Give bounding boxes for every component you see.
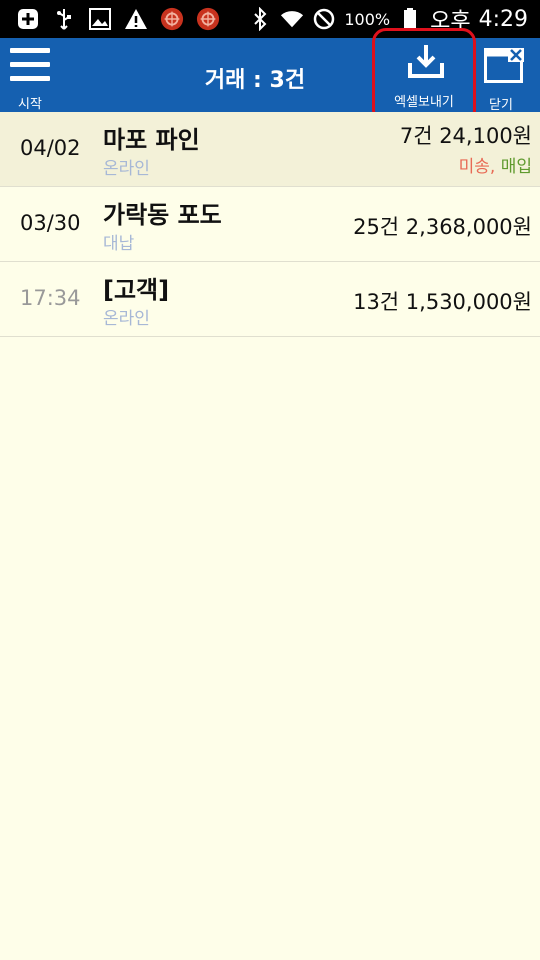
close-label: 닫기 xyxy=(489,98,513,113)
row-date: 04/02 xyxy=(20,136,81,160)
usb-icon xyxy=(52,7,76,31)
battery-percent: 100% xyxy=(344,9,391,29)
bluetooth-icon xyxy=(248,7,272,31)
app-badge-icon xyxy=(196,7,220,31)
transaction-row[interactable]: 04/02 마포 파인 온라인 7건 24,100원 미송, 매입 xyxy=(0,112,540,187)
close-window-icon xyxy=(484,48,524,88)
row-customer-name: 가락동 포도 xyxy=(103,201,222,229)
row-customer-name: [고객] xyxy=(103,276,170,304)
row-amount: 13건 1,530,000원 xyxy=(353,290,532,314)
notification-plus-icon xyxy=(16,7,40,31)
download-icon xyxy=(407,43,445,83)
status-time: 4:29 xyxy=(478,6,528,32)
row-customer-name: 마포 파인 xyxy=(103,126,200,154)
transaction-list: 04/02 마포 파인 온라인 7건 24,100원 미송, 매입 03/30 … xyxy=(0,112,540,337)
start-menu-label: 시작 xyxy=(18,97,42,112)
excel-export-label: 엑셀보내기 xyxy=(394,95,454,110)
row-channel: 온라인 xyxy=(103,159,150,179)
warning-icon xyxy=(124,7,148,31)
row-channel: 온라인 xyxy=(103,309,150,329)
row-date: 03/30 xyxy=(20,211,81,235)
row-time: 17:34 xyxy=(20,286,81,310)
wifi-icon xyxy=(280,7,304,31)
status-unsent: 미송 xyxy=(458,157,490,177)
row-amount: 7건 24,100원 xyxy=(399,124,532,148)
hamburger-menu-icon xyxy=(10,48,50,90)
page-title: 거래 : 3건 xyxy=(204,68,306,93)
image-icon xyxy=(88,7,112,31)
excel-export-button[interactable]: 엑셀보내기 xyxy=(372,28,476,124)
app-badge-icon xyxy=(160,7,184,31)
close-button[interactable]: 닫기 xyxy=(478,46,532,113)
start-menu-button[interactable]: 시작 xyxy=(8,46,54,112)
row-channel: 대납 xyxy=(103,234,135,254)
do-not-disturb-icon xyxy=(312,7,336,31)
status-purchase: 매입 xyxy=(500,157,532,177)
transaction-row[interactable]: 17:34 [고객] 온라인 13건 1,530,000원 xyxy=(0,262,540,337)
status-separator: , xyxy=(489,157,501,177)
app-bar: 시작 거래 : 3건 엑셀보내기 닫기 xyxy=(0,28,540,124)
row-amount: 25건 2,368,000원 xyxy=(353,215,532,239)
transaction-row[interactable]: 03/30 가락동 포도 대납 25건 2,368,000원 xyxy=(0,187,540,262)
row-status: 미송, 매입 xyxy=(459,152,532,177)
